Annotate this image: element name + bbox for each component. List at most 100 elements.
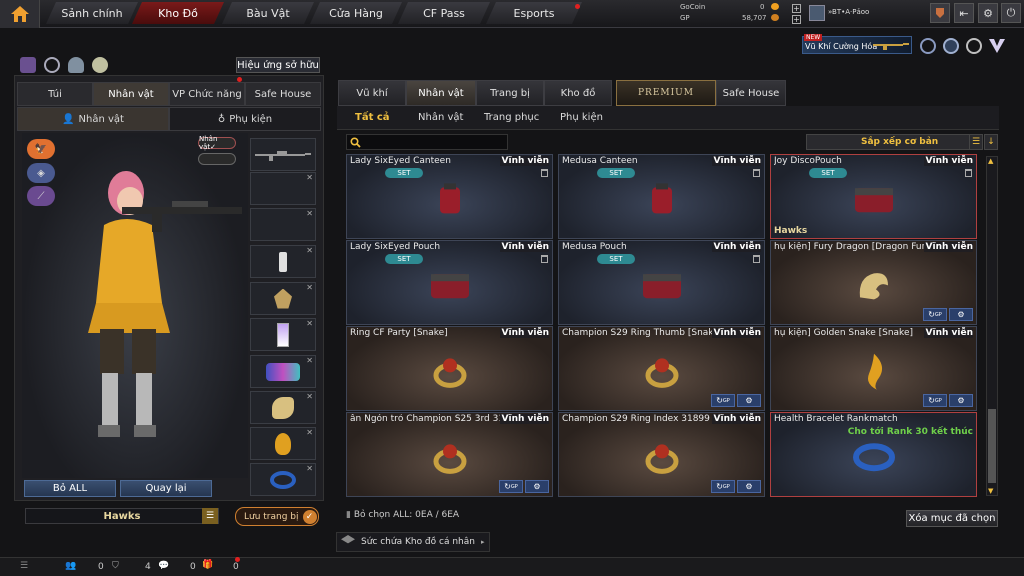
trash-icon[interactable] xyxy=(753,255,760,263)
left-tab-function[interactable]: VP Chức năng xyxy=(169,82,245,106)
subtab-costume[interactable]: Trang phục xyxy=(484,108,539,126)
item-card[interactable]: ẫn Ngón trỏ Champion S25 3rd 318 Vĩnh viễ… xyxy=(346,412,553,497)
remove-icon[interactable]: ✕ xyxy=(306,356,313,365)
left-tab-bag[interactable]: Túi xyxy=(17,82,93,106)
gear-icon[interactable]: ⚙ xyxy=(949,394,973,407)
menu-icon[interactable]: ☰ xyxy=(20,561,28,571)
equip-slot-emblem[interactable]: ✕ xyxy=(250,282,316,315)
left-tab-safehouse[interactable]: Safe House xyxy=(245,82,321,106)
back-button[interactable]: Quay lại xyxy=(120,480,212,497)
deselect-all-label[interactable]: ▮ Bỏ chọn ALL: 0EA / 6EA xyxy=(346,510,459,520)
gear-icon[interactable]: ⚙ xyxy=(949,308,973,321)
gear-icon[interactable]: ⚙ xyxy=(737,480,761,493)
item-card[interactable]: Lady SixEyed Canteen Vĩnh viễn SET xyxy=(346,154,553,239)
item-card[interactable]: Health Bracelet Rankmatch Cho tới Rank 30… xyxy=(770,412,977,497)
nav-tab-lobby[interactable]: Sảnh chính xyxy=(46,2,138,24)
remove-icon[interactable]: ✕ xyxy=(306,392,313,401)
equip-slot-card[interactable]: ✕ xyxy=(250,318,316,351)
gift-icon[interactable] xyxy=(20,57,36,73)
item-card[interactable]: Ring CF Party [Snake] Vĩnh viễn xyxy=(346,326,553,411)
exit-icon[interactable]: ⇤ xyxy=(954,3,974,23)
character-effect-icon[interactable]: ◈ xyxy=(27,163,55,183)
subtab-accessories[interactable]: Phụ kiện xyxy=(560,108,603,126)
promo-banner[interactable]: NEW Vũ Khí Cường Hóa xyxy=(802,34,912,54)
remove-icon[interactable]: ✕ xyxy=(306,283,313,292)
power-icon[interactable]: ⏻ xyxy=(1001,3,1021,23)
refresh-icon[interactable] xyxy=(44,57,60,73)
save-outfit-button[interactable]: Lưu trang bị ✓ xyxy=(235,507,319,526)
item-card[interactable]: Medusa Pouch Vĩnh viễn SET xyxy=(558,240,765,325)
trash-icon[interactable] xyxy=(541,255,548,263)
gear-icon[interactable]: ⚙ xyxy=(978,3,998,23)
remove-icon[interactable]: ✕ xyxy=(306,428,313,437)
add-gocoin-button[interactable]: + xyxy=(792,4,801,13)
scrollbar[interactable]: ▲ ▼ xyxy=(986,156,998,496)
convert-gp-button[interactable]: ↻ GP xyxy=(923,394,947,407)
subtab-character[interactable]: 👤 Nhân vật xyxy=(17,107,169,131)
tab-characters[interactable]: Nhân vật xyxy=(406,80,476,106)
equip-slot-bracelet[interactable]: ✕ xyxy=(250,463,316,496)
list-icon[interactable]: ☰ xyxy=(969,134,983,150)
add-gp-button[interactable]: + xyxy=(792,15,801,24)
scrollbar-thumb[interactable] xyxy=(988,409,996,483)
equip-slot-radio[interactable]: ✕ xyxy=(250,245,316,278)
search-input[interactable] xyxy=(346,134,508,150)
subtab-characters[interactable]: Nhân vật xyxy=(418,108,463,126)
left-tab-character[interactable]: Nhân vật xyxy=(93,82,169,106)
item-card[interactable]: Lady SixEyed Pouch Vĩnh viễn SET xyxy=(346,240,553,325)
subtab-all[interactable]: Tất cả xyxy=(355,108,390,126)
trash-icon[interactable] xyxy=(753,169,760,177)
clear-selected-button[interactable]: Xóa mục đã chọn xyxy=(906,510,998,527)
item-card[interactable]: Medusa Canteen Vĩnh viễn SET xyxy=(558,154,765,239)
gear-icon[interactable]: ⚙ xyxy=(525,480,549,493)
tab-premium[interactable]: PREMIUM xyxy=(616,80,716,106)
nav-tab-esports[interactable]: Esports xyxy=(486,2,582,24)
convert-gp-button[interactable]: ↻ GP xyxy=(923,308,947,321)
sort-dropdown[interactable]: Sắp xếp cơ bản xyxy=(806,134,970,150)
tab-weapons[interactable]: Vũ khí xyxy=(338,80,406,106)
remove-icon[interactable]: ✕ xyxy=(306,319,313,328)
scroll-up-icon[interactable]: ▲ xyxy=(988,157,993,165)
scroll-down-icon[interactable]: ▼ xyxy=(988,487,993,495)
shield-icon[interactable]: ⛉ xyxy=(112,561,119,571)
item-card[interactable]: Champion S29 Ring Index 31899 Vĩnh viễn ↻ G… xyxy=(558,412,765,497)
trash-icon[interactable] xyxy=(541,169,548,177)
character-badge[interactable]: Nhân vật✓ xyxy=(198,135,236,151)
item-card[interactable]: hụ kiện] Golden Snake [Snake] Vĩnh viễn ↻ G… xyxy=(770,326,977,411)
convert-gp-button[interactable]: ↻ GP xyxy=(711,394,735,407)
equip-slot-snake[interactable]: ✕ xyxy=(250,427,316,460)
vip-icon[interactable] xyxy=(988,38,1006,54)
equip-slot[interactable]: ✕ xyxy=(250,172,316,205)
home-button[interactable] xyxy=(0,0,40,28)
toggle-icon[interactable] xyxy=(198,153,236,165)
tab-equipment[interactable]: Trang bị xyxy=(476,80,544,106)
item-card[interactable]: hụ kiện] Fury Dragon [Dragon Fury] Vĩnh v… xyxy=(770,240,977,325)
equip-slot[interactable]: ✕ xyxy=(250,208,316,241)
mouse-icon[interactable] xyxy=(92,57,108,73)
remove-icon[interactable]: ✕ xyxy=(306,246,313,255)
ownership-effect-button[interactable]: Hiệu ứng sở hữu xyxy=(236,57,320,73)
equip-slot-dragon[interactable]: ✕ xyxy=(250,391,316,424)
team-name-field[interactable]: Hawks xyxy=(25,508,219,524)
sort-arrow-icon[interactable]: ↓ xyxy=(984,134,998,150)
tab-safehouse[interactable]: Safe House xyxy=(716,80,786,106)
item-card[interactable]: Joy DiscoPouch Vĩnh viễn SET Hawks xyxy=(770,154,977,239)
item-card[interactable]: Champion S29 Ring Thumb [Snake] Vĩnh viễn… xyxy=(558,326,765,411)
equip-slot-weapon[interactable] xyxy=(250,138,316,171)
equip-slot-pouch[interactable]: ✕ xyxy=(250,355,316,388)
globe-icon[interactable] xyxy=(943,38,959,54)
friends-icon[interactable]: 👥 xyxy=(65,561,76,571)
convert-gp-button[interactable]: ↻ GP xyxy=(499,480,523,493)
nav-tab-inventory[interactable]: Kho Đồ xyxy=(132,2,224,24)
clan-icon[interactable] xyxy=(930,3,950,23)
gear-icon[interactable]: ⚙ xyxy=(737,394,761,407)
nav-tab-cfpass[interactable]: CF Pass xyxy=(398,2,490,24)
gift-icon[interactable]: 🎁 xyxy=(202,560,213,570)
tab-storage[interactable]: Kho đồ xyxy=(544,80,612,106)
remove-icon[interactable]: ✕ xyxy=(306,209,313,218)
storage-capacity-button[interactable]: Sức chứa Kho đồ cá nhân ▸ xyxy=(336,532,490,552)
remove-icon[interactable]: ✕ xyxy=(306,464,313,473)
chat-icon[interactable]: 💬 xyxy=(158,561,169,571)
settings-circle-icon[interactable] xyxy=(966,38,982,54)
event-icon[interactable] xyxy=(920,38,936,54)
